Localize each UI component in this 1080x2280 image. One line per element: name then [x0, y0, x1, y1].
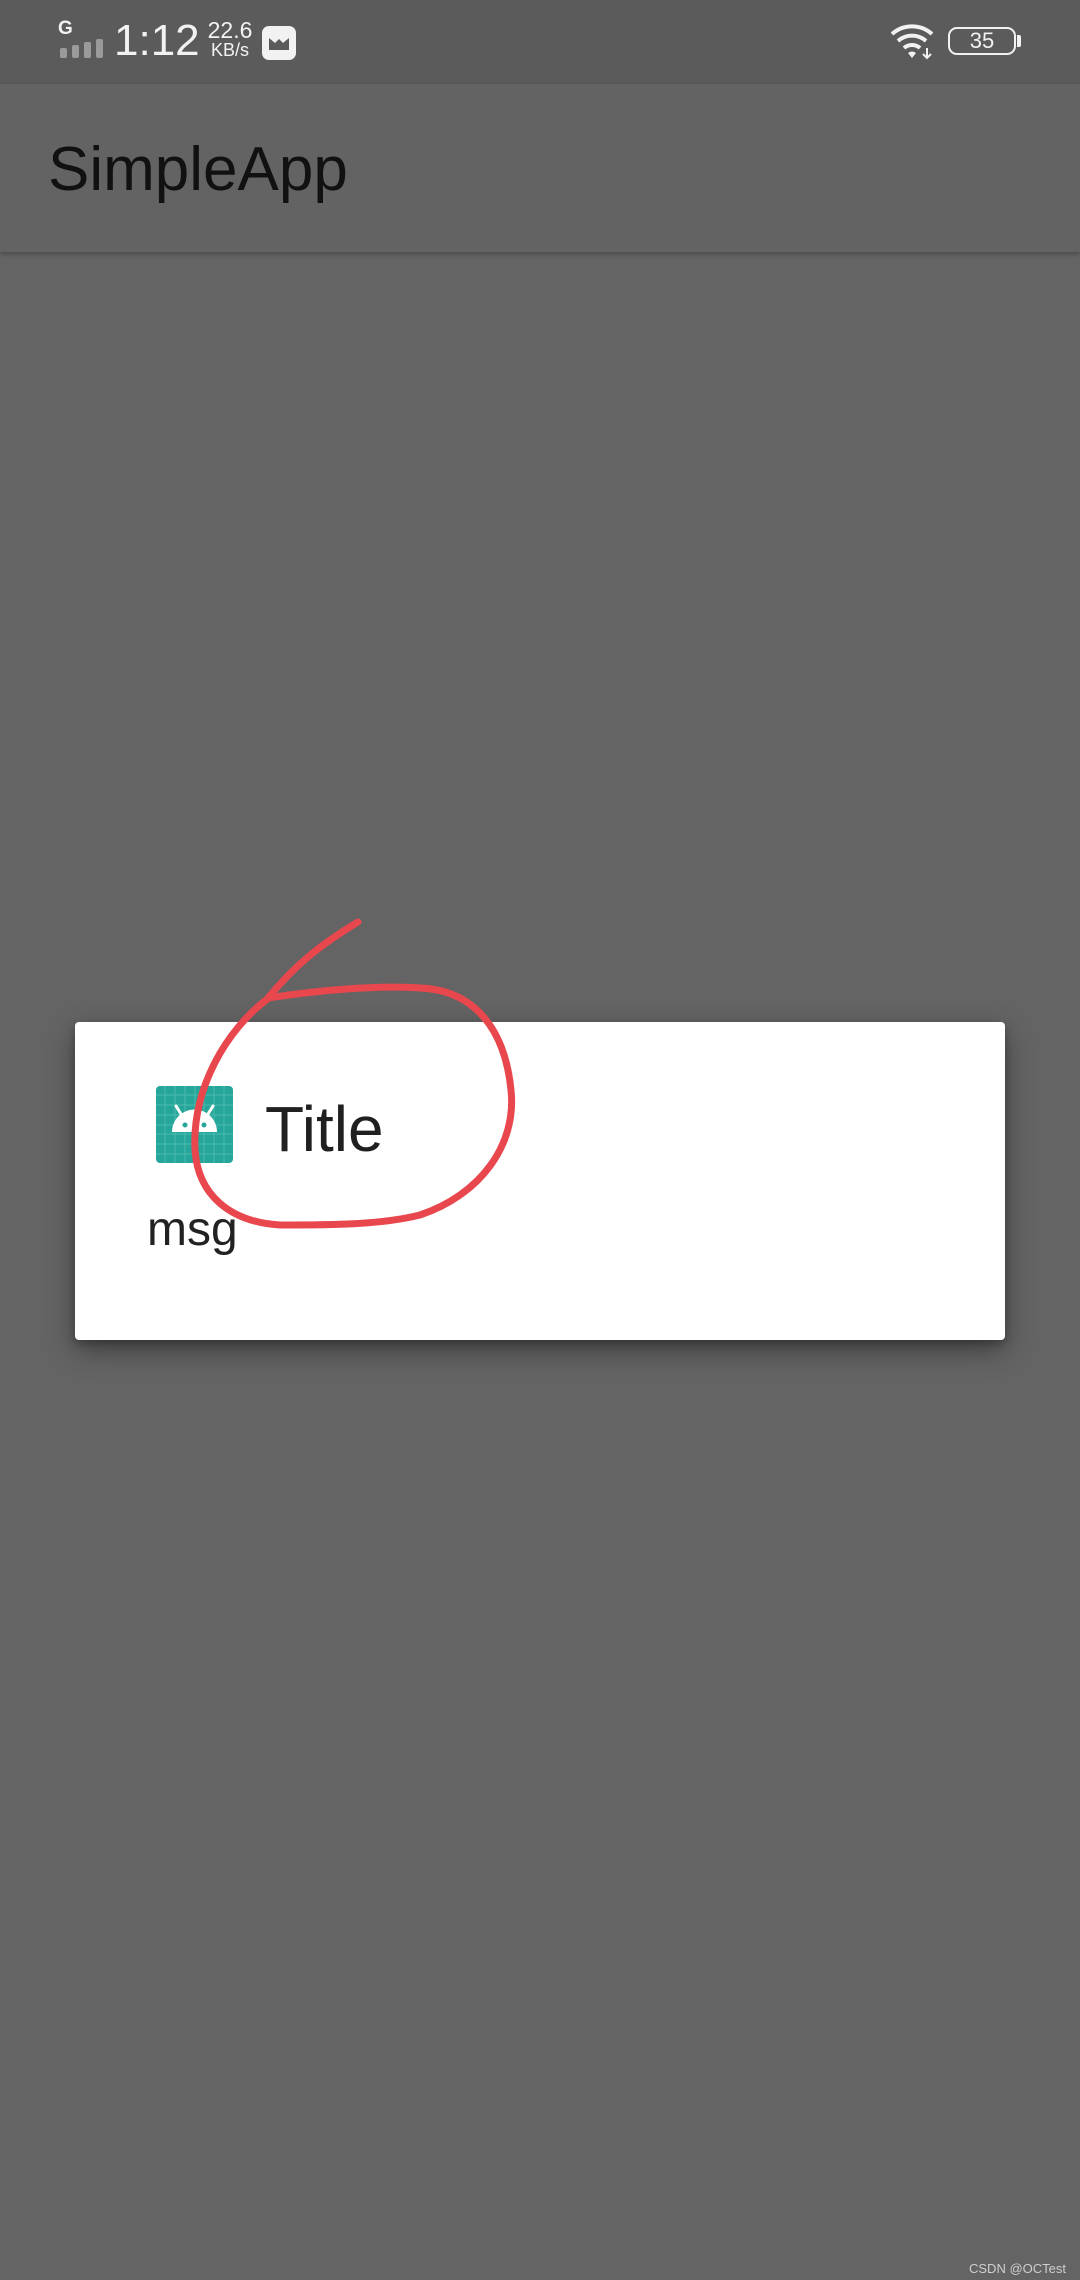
android-app-icon: [156, 1086, 233, 1163]
dialog-message: msg: [147, 1203, 238, 1256]
battery-tip: [1017, 35, 1021, 47]
alert-dialog[interactable]: Title msg: [75, 1022, 1005, 1340]
signal-icon: [60, 38, 106, 58]
status-bar: G 1:12 22.6 KB/s 35: [0, 0, 1080, 84]
battery-level: 35: [969, 28, 995, 53]
network-type: G: [58, 18, 73, 39]
notification-icon: [262, 26, 296, 60]
battery-icon: 35: [948, 27, 1016, 55]
watermark: CSDN @OCTest: [969, 2261, 1066, 2276]
wifi-icon: [890, 24, 934, 60]
dialog-title: Title: [265, 1093, 384, 1165]
network-speed: 22.6 KB/s: [200, 17, 260, 61]
net-speed-unit: KB/s: [210, 40, 249, 60]
app-toolbar: SimpleApp: [0, 84, 1080, 252]
net-speed-value: 22.6: [207, 17, 253, 43]
status-time: 1:12: [114, 16, 200, 65]
app-title: SimpleApp: [48, 135, 348, 204]
